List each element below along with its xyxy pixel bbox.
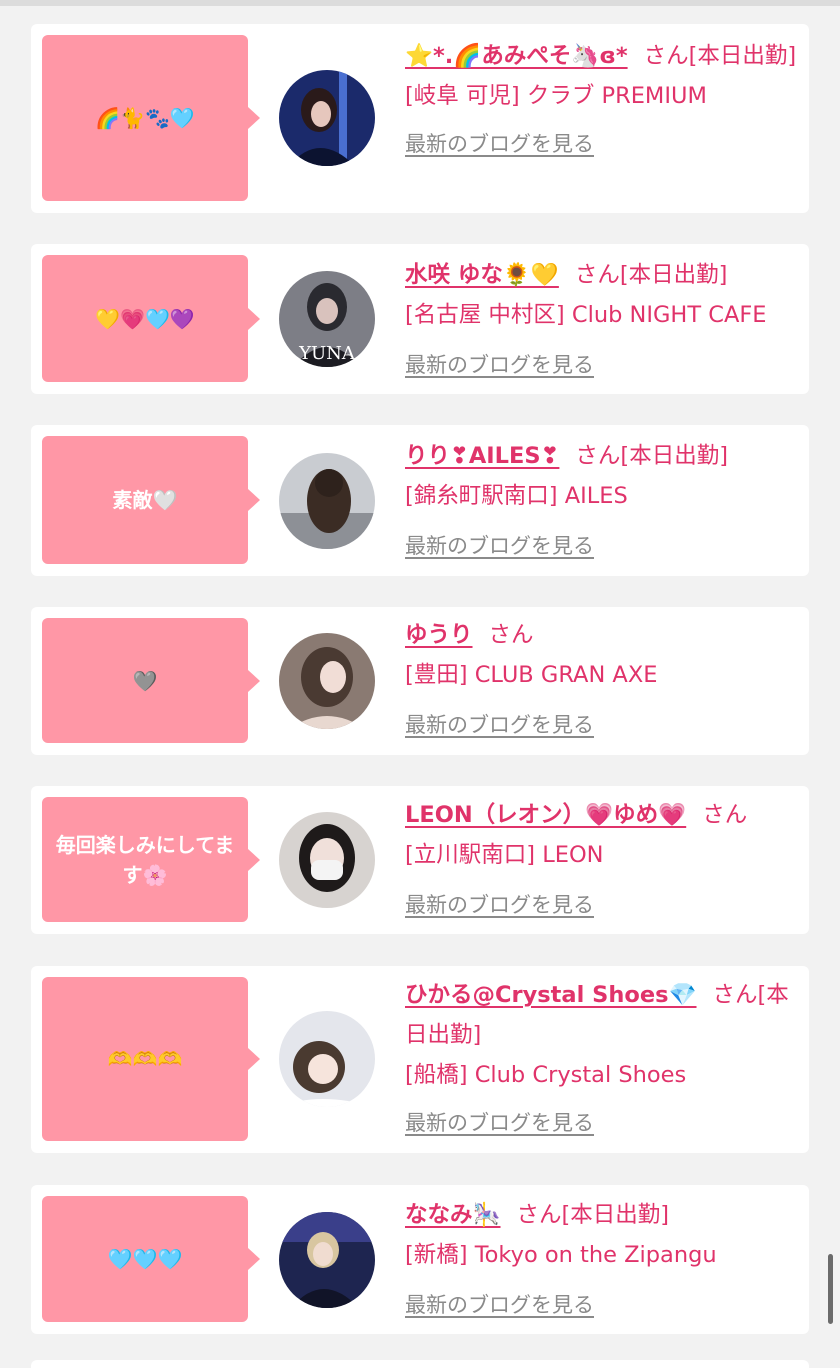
avatar[interactable]: YUNA xyxy=(279,271,375,367)
shop-label: [立川駅南口] LEON xyxy=(405,842,604,868)
profile-name-link[interactable]: りり❣AILES❣ xyxy=(405,443,559,469)
list-item xyxy=(31,1360,809,1368)
top-divider xyxy=(0,0,840,6)
profile-info: LEON（レオン）💗ゆめ💗 さん [立川駅南口] LEON 最新のブログを見る xyxy=(405,795,801,925)
profile-name-link[interactable]: ひかる@Crystal Shoes💎 xyxy=(405,982,697,1008)
profile-info: りり❣AILES❣ さん[本日出勤] [錦糸町駅南口] AILES 最新のブログを… xyxy=(405,436,801,566)
list-item: 🩶 ゆうり さん [豊田] CLUB GRAN AXE 最新のブログを見る xyxy=(31,607,809,755)
latest-blog-link[interactable]: 最新のブログを見る xyxy=(405,705,594,745)
message-bubble: 💛💗🩵💜 xyxy=(42,255,260,382)
latest-blog-link[interactable]: 最新のブログを見る xyxy=(405,124,594,164)
honorific: さん xyxy=(516,1202,562,1228)
list-item: 🌈🐈🐾🩵 ⭐*.🌈あみぺそ🦄ɞ* さん[本日出勤] [岐阜 可児] クラブ PRE… xyxy=(31,24,809,213)
profile-name-link[interactable]: 水咲 ゆな🌻💛 xyxy=(405,262,559,288)
message-bubble: 毎回楽しみにしてます🌸 xyxy=(42,797,260,922)
status-label: [本日出勤] xyxy=(561,1202,670,1228)
status-label: [本日出勤] xyxy=(620,443,728,469)
message-text: 🩵🩵🩵 xyxy=(107,1247,183,1271)
honorific: さん xyxy=(643,43,689,69)
message-bubble: 🩶 xyxy=(42,618,260,743)
message-text: 素敵🤍 xyxy=(112,488,178,512)
list-item: 🩵🩵🩵 ななみ🎠 さん[本日出勤] [新橋] Tokyo on the Zipan… xyxy=(31,1185,809,1334)
status-label: [本日出勤] xyxy=(619,262,728,288)
shop-label: [名古屋 中村区] Club NIGHT CAFE xyxy=(405,302,767,328)
list-item: 🫶🫶🫶 ひかる@Crystal Shoes💎 さん[本日出勤] [船橋] Club… xyxy=(31,966,809,1153)
avatar[interactable] xyxy=(279,633,375,729)
scrollbar[interactable] xyxy=(828,1254,833,1324)
profile-info: ひかる@Crystal Shoes💎 さん[本日出勤] [船橋] Club Cry… xyxy=(405,975,801,1143)
profile-info: ⭐*.🌈あみぺそ🦄ɞ* さん[本日出勤] [岐阜 可児] クラブ PREMIUM … xyxy=(405,36,801,164)
message-text: 💛💗🩵💜 xyxy=(95,306,195,331)
honorific: さん xyxy=(574,262,620,288)
list-item: 毎回楽しみにしてます🌸 LEON（レオン）💗ゆめ💗 さん [立川駅南口] LEON… xyxy=(31,786,809,934)
profile-name-link[interactable]: ゆうり xyxy=(405,622,473,648)
shop-label: [船橋] Club Crystal Shoes xyxy=(405,1062,687,1088)
message-bubble: 🩵🩵🩵 xyxy=(42,1196,260,1322)
avatar[interactable] xyxy=(279,812,375,908)
shop-label: [豊田] CLUB GRAN AXE xyxy=(405,662,658,688)
profile-name-link[interactable]: ⭐*.🌈あみぺそ🦄ɞ* xyxy=(405,43,628,69)
latest-blog-link[interactable]: 最新のブログを見る xyxy=(405,526,594,566)
message-text: 🌈🐈🐾🩵 xyxy=(95,106,195,130)
shop-label: [岐阜 可児] クラブ PREMIUM xyxy=(405,83,707,109)
latest-blog-link[interactable]: 最新のブログを見る xyxy=(405,885,594,925)
avatar-label: YUNA xyxy=(298,343,356,364)
avatar[interactable] xyxy=(279,453,375,549)
message-text: 🩶 xyxy=(132,668,158,693)
profile-info: ゆうり さん [豊田] CLUB GRAN AXE 最新のブログを見る xyxy=(405,615,801,745)
honorific: さん xyxy=(702,802,748,828)
profile-name-link[interactable]: ななみ🎠 xyxy=(405,1202,501,1228)
honorific: さん xyxy=(712,982,758,1008)
message-bubble: 🌈🐈🐾🩵 xyxy=(42,35,260,201)
profile-name-link[interactable]: LEON（レオン）💗ゆめ💗 xyxy=(405,802,686,828)
avatar[interactable] xyxy=(279,1011,375,1107)
honorific: さん xyxy=(575,443,621,469)
shop-label: [新橋] Tokyo on the Zipangu xyxy=(405,1242,717,1268)
latest-blog-link[interactable]: 最新のブログを見る xyxy=(405,345,594,385)
message-text: 毎回楽しみにしてます🌸 xyxy=(55,832,235,887)
latest-blog-link[interactable]: 最新のブログを見る xyxy=(405,1285,594,1325)
message-bubble: 🫶🫶🫶 xyxy=(42,977,260,1141)
shop-label: [錦糸町駅南口] AILES xyxy=(405,483,628,509)
list-item: 素敵🤍 りり❣AILES❣ さん[本日出勤] [錦糸町駅南口] AILES 最新の… xyxy=(31,425,809,576)
message-bubble: 素敵🤍 xyxy=(42,436,260,564)
avatar[interactable] xyxy=(279,70,375,166)
profile-info: ななみ🎠 さん[本日出勤] [新橋] Tokyo on the Zipangu 最… xyxy=(405,1195,801,1325)
honorific: さん xyxy=(488,622,534,648)
message-text: 🫶🫶🫶 xyxy=(107,1047,183,1071)
avatar[interactable] xyxy=(279,1212,375,1308)
latest-blog-link[interactable]: 最新のブログを見る xyxy=(405,1103,594,1143)
status-label: [本日出勤] xyxy=(688,43,797,69)
profile-info: 水咲 ゆな🌻💛 さん[本日出勤] [名古屋 中村区] Club NIGHT CAF… xyxy=(405,255,801,385)
list-item: 💛💗🩵💜 YUNA 水咲 ゆな🌻💛 さん[本日出勤] [名古屋 中村区] Club… xyxy=(31,244,809,394)
